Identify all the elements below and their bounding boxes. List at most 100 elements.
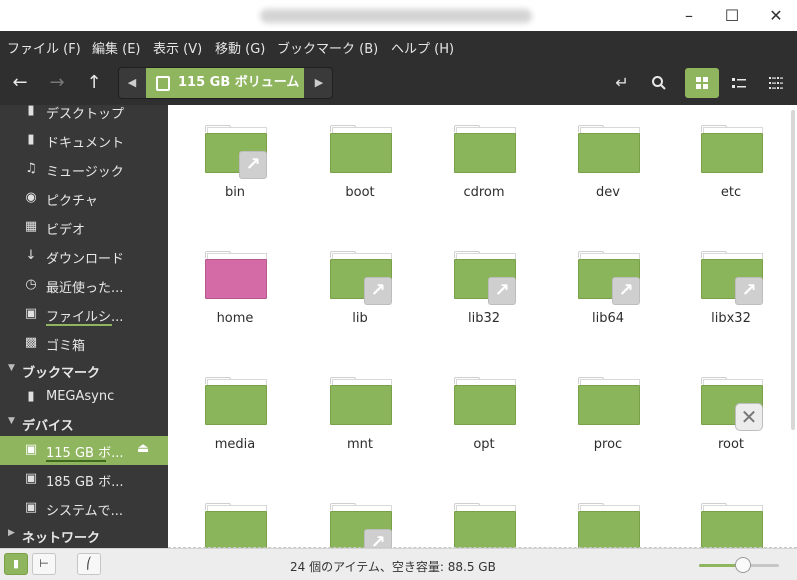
drive-icon bbox=[156, 76, 170, 91]
scrollbar[interactable] bbox=[791, 110, 795, 430]
symlink-arrow-icon: ↗ bbox=[612, 277, 640, 305]
sidebar-item-filesystem[interactable]: ▣ ファイルシ... bbox=[0, 300, 168, 329]
minimize-button[interactable]: – bbox=[678, 5, 700, 27]
path-button-current[interactable]: 115 GB ボリューム bbox=[146, 68, 304, 98]
file-item[interactable] bbox=[676, 483, 786, 548]
file-item[interactable] bbox=[429, 483, 539, 548]
file-item[interactable]: home bbox=[180, 231, 290, 341]
sidebar-item-label: ビデオ bbox=[46, 223, 86, 238]
sidebar-item-downloads[interactable]: ↓ ダウンロード bbox=[0, 242, 168, 271]
folder-icon bbox=[454, 125, 516, 175]
file-name: mnt bbox=[347, 437, 373, 452]
file-name: libx32 bbox=[711, 311, 751, 326]
file-item[interactable]: ↗ libx32 bbox=[676, 231, 786, 341]
menu-edit[interactable]: 編集 (E) bbox=[92, 38, 141, 57]
show-tree-button[interactable]: ⊢ bbox=[32, 553, 56, 575]
file-name: dev bbox=[596, 185, 620, 200]
folder-icon bbox=[205, 503, 267, 548]
file-name: media bbox=[214, 437, 256, 452]
sidebar-section-network[interactable]: ▶ ネットワーク bbox=[0, 523, 168, 548]
path-right-arrow-icon[interactable]: ▶ bbox=[306, 68, 332, 98]
collapse-arrow-icon: ▼ bbox=[8, 416, 15, 426]
file-item[interactable] bbox=[553, 483, 663, 548]
icon-view-button[interactable] bbox=[685, 68, 719, 98]
file-name: root bbox=[717, 437, 745, 452]
sidebar-item-label: MEGAsync bbox=[46, 389, 115, 404]
file-item[interactable]: ↗ bin bbox=[180, 105, 290, 215]
file-item[interactable]: opt bbox=[429, 357, 539, 467]
file-name: lib32 bbox=[467, 311, 501, 326]
list-view-button[interactable] bbox=[722, 68, 756, 98]
maximize-button[interactable]: ☐ bbox=[721, 5, 743, 27]
trash-icon: ▩ bbox=[24, 335, 38, 350]
sidebar-item-videos[interactable]: ▦ ビデオ bbox=[0, 213, 168, 242]
sidebar-item-music[interactable]: ♫ ミュージック bbox=[0, 155, 168, 184]
file-item[interactable]: ↗ bbox=[305, 483, 415, 548]
sidebar-item-label: デスクトップ bbox=[46, 107, 125, 122]
compact-view-button[interactable] bbox=[759, 68, 793, 98]
eject-icon[interactable]: ⏏ bbox=[137, 441, 149, 456]
file-item[interactable] bbox=[180, 483, 290, 548]
sidebar-item-recent[interactable]: ◷ 最近使った... bbox=[0, 271, 168, 300]
drive-icon: ▣ bbox=[24, 306, 38, 321]
close-button[interactable]: ✕ bbox=[765, 5, 787, 27]
hide-sidebar-button[interactable]: ⎛ bbox=[77, 553, 101, 575]
menu-file[interactable]: ファイル (F) bbox=[7, 38, 81, 57]
file-item[interactable]: mnt bbox=[305, 357, 415, 467]
file-item[interactable]: dev bbox=[553, 105, 663, 215]
file-item[interactable]: ✕ root bbox=[676, 357, 786, 467]
folder-icon: ▮ bbox=[27, 389, 35, 404]
sidebar-item-desktop[interactable]: ▮ デスクトップ bbox=[0, 105, 168, 126]
sidebar-item-trash[interactable]: ▩ ゴミ箱 bbox=[0, 329, 168, 358]
file-item[interactable]: etc bbox=[676, 105, 786, 215]
file-item[interactable]: media bbox=[180, 357, 290, 467]
no-access-icon: ✕ bbox=[735, 403, 763, 431]
back-icon[interactable]: ← bbox=[8, 71, 32, 95]
file-name: lib64 bbox=[591, 311, 625, 326]
menu-go[interactable]: 移動 (G) bbox=[215, 38, 265, 57]
sidebar-item-label: ミュージック bbox=[46, 165, 124, 180]
section-label: ブックマーク bbox=[22, 366, 101, 381]
path-bar: ◀ 115 GB ボリューム ▶ bbox=[118, 67, 333, 99]
search-icon[interactable] bbox=[647, 71, 671, 95]
usage-bar bbox=[46, 324, 112, 326]
sidebar-item-device-system[interactable]: ▣ システムで... bbox=[0, 494, 168, 523]
history-icon: ◷ bbox=[25, 277, 37, 292]
document-icon: ▮ bbox=[27, 132, 35, 147]
sidebar-item-label: システムで... bbox=[46, 504, 124, 519]
zoom-slider-handle[interactable] bbox=[735, 557, 751, 573]
usage-bar bbox=[46, 460, 106, 462]
menu-help[interactable]: ヘルプ (H) bbox=[391, 38, 454, 57]
file-item[interactable]: cdrom bbox=[429, 105, 539, 215]
file-item[interactable]: proc bbox=[553, 357, 663, 467]
sidebar-item-device-185gb[interactable]: ▣ 185 GB ボ... bbox=[0, 465, 168, 494]
folder-icon bbox=[205, 377, 267, 427]
file-name: bin bbox=[224, 185, 246, 200]
path-left-arrow-icon[interactable]: ◀ bbox=[119, 68, 145, 98]
file-item[interactable]: boot bbox=[305, 105, 415, 215]
sidebar-item-device-115gb[interactable]: ▣ 115 GB ボ... ⏏ bbox=[0, 436, 168, 465]
show-places-button[interactable]: ▮ bbox=[4, 553, 28, 575]
up-icon[interactable]: ↑ bbox=[82, 71, 106, 95]
file-name: proc bbox=[593, 437, 623, 452]
symlink-arrow-icon: ↗ bbox=[364, 529, 392, 548]
symlink-arrow-icon: ↗ bbox=[364, 277, 392, 305]
download-icon: ↓ bbox=[25, 248, 37, 263]
menu-bookmarks[interactable]: ブックマーク (B) bbox=[277, 38, 378, 57]
menu-view[interactable]: 表示 (V) bbox=[153, 38, 202, 57]
forward-icon[interactable]: → bbox=[45, 71, 69, 95]
file-name: lib bbox=[352, 311, 368, 326]
toggle-location-icon[interactable]: ↵ bbox=[610, 71, 634, 95]
sidebar-section-bookmarks[interactable]: ▼ ブックマーク bbox=[0, 358, 168, 384]
title-bar: – ☐ ✕ bbox=[0, 0, 797, 32]
file-item[interactable]: ↗ lib bbox=[305, 231, 415, 341]
sidebar-item-label: ピクチャ bbox=[46, 194, 98, 209]
file-item[interactable]: ↗ lib64 bbox=[553, 231, 663, 341]
sidebar-item-label: ファイルシ... bbox=[46, 310, 124, 325]
sidebar-section-devices[interactable]: ▼ デバイス bbox=[0, 411, 168, 437]
sidebar-item-megasync[interactable]: ▮ MEGAsync bbox=[0, 383, 168, 412]
file-item[interactable]: ↗ lib32 bbox=[429, 231, 539, 341]
sidebar-item-documents[interactable]: ▮ ドキュメント bbox=[0, 126, 168, 155]
sidebar-item-label: 最近使った... bbox=[46, 281, 124, 296]
sidebar-item-pictures[interactable]: ◉ ピクチャ bbox=[0, 184, 168, 213]
